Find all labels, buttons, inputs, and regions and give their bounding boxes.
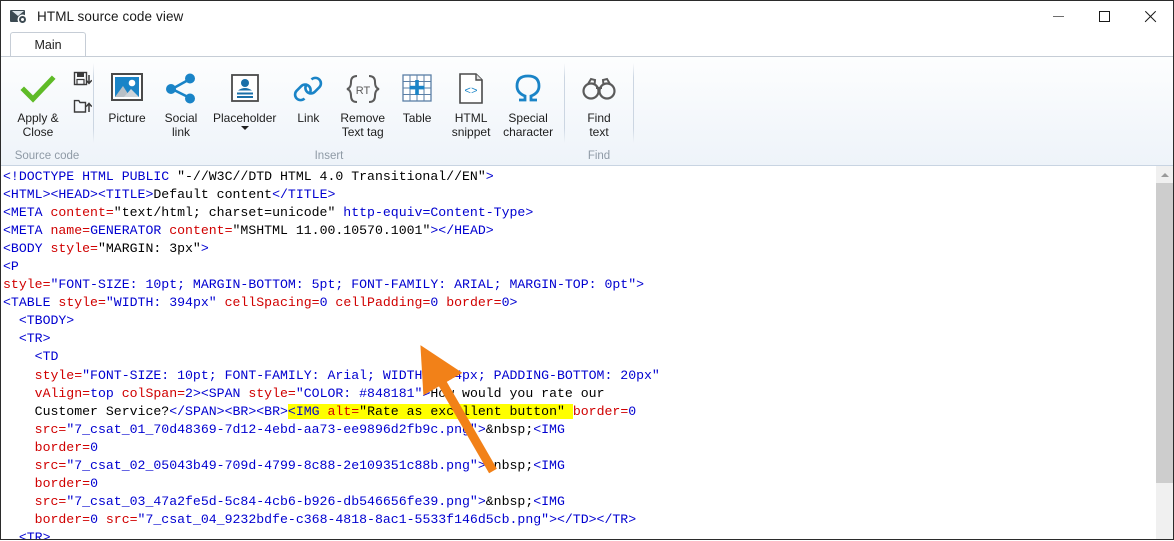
table-icon (400, 67, 434, 111)
code-line: src="7_csat_01_70d48369-7d12-4ebd-aa73-e… (3, 421, 565, 437)
placeholder-button[interactable]: Placeholder (208, 65, 281, 130)
tab-main-label: Main (34, 37, 62, 52)
code-line: Customer Service?</SPAN><BR><BR><IMG alt… (3, 403, 637, 419)
binoculars-icon (581, 67, 617, 111)
close-icon (1144, 10, 1157, 23)
svg-text:<>: <> (464, 86, 477, 98)
minimize-button[interactable] (1035, 1, 1081, 32)
social-link-label: Social link (164, 111, 198, 139)
placeholder-icon (228, 67, 262, 111)
code-line: <META name=GENERATOR content="MSHTML 11.… (3, 223, 494, 239)
code-line: <!DOCTYPE HTML PUBLIC "-//W3C//DTD HTML … (3, 169, 494, 184)
close-button[interactable] (1127, 1, 1173, 32)
code-line: src="7_csat_03_47a2fe5d-5c84-4cb6-b926-d… (3, 493, 565, 509)
code-line: <P (3, 259, 19, 275)
vertical-scrollbar[interactable] (1155, 166, 1173, 539)
link-icon (291, 67, 325, 111)
html-snippet-label: HTML snippet (451, 111, 491, 139)
code-line: style="FONT-SIZE: 10pt; FONT-FAMILY: Ari… (3, 367, 660, 383)
source-code-editor[interactable]: <!DOCTYPE HTML PUBLIC "-//W3C//DTD HTML … (1, 166, 1173, 539)
code-line: style="FONT-SIZE: 10pt; MARGIN-BOTTOM: 5… (3, 277, 645, 293)
code-line: <TD (3, 349, 59, 365)
picture-label: Picture (108, 111, 146, 125)
omega-icon (510, 67, 546, 111)
ribbon-body: Apply & Close Source code Picture Social… (1, 56, 1173, 165)
html-snippet-button[interactable]: <> HTML snippet (444, 65, 498, 139)
html-source-view-icon (10, 9, 28, 25)
code-line: <TR> (3, 331, 51, 347)
tab-main[interactable]: Main (10, 32, 86, 56)
remove-text-tag-label: Remove Text tag (340, 111, 386, 139)
ribbon-group-insert: Picture Social link Placeholder Link RT … (94, 57, 564, 165)
scroll-thumb[interactable] (1156, 183, 1173, 483)
minimize-icon (1052, 16, 1064, 17)
code-line: src="7_csat_02_05043b49-709d-4799-8c88-2… (3, 457, 565, 473)
html-snippet-icon: <> (455, 67, 487, 111)
find-text-button[interactable]: Find text (572, 65, 626, 139)
window-title: HTML source code view (37, 9, 184, 24)
ribbon-group-source-code: Apply & Close Source code (1, 57, 93, 165)
code-line: <BODY style="MARGIN: 3px"> (3, 241, 209, 257)
special-character-button[interactable]: Special character (498, 65, 558, 139)
check-icon (20, 67, 56, 111)
ribbon: Main Apply & Close Source code Picture S… (1, 32, 1173, 166)
window-controls (1035, 1, 1173, 32)
code-line: <TBODY> (3, 313, 75, 329)
picture-icon (109, 67, 145, 111)
table-button[interactable]: Table (390, 65, 444, 125)
table-label: Table (402, 111, 432, 125)
code-line: <HTML><HEAD><TITLE>Default content</TITL… (3, 187, 336, 203)
source-code-text[interactable]: <!DOCTYPE HTML PUBLIC "-//W3C//DTD HTML … (1, 166, 1155, 539)
code-line: border=0 (3, 475, 98, 491)
picture-button[interactable]: Picture (100, 65, 154, 125)
application-window: HTML source code view Main Apply & Close… (0, 0, 1174, 540)
ribbon-tabstrip: Main (1, 32, 1173, 56)
remove-text-tag-button[interactable]: RT Remove Text tag (335, 65, 390, 139)
save-to-icon[interactable] (73, 71, 93, 95)
ribbon-group-find-label: Find (587, 150, 611, 162)
ribbon-group-insert-label: Insert (314, 150, 344, 162)
ribbon-group-find: Find text Find (565, 57, 633, 165)
code-line: vAlign=top colSpan=2><SPAN style="COLOR:… (3, 385, 605, 401)
find-text-label: Find text (587, 111, 611, 139)
svg-text:RT: RT (355, 85, 370, 97)
ribbon-group-source-code-label: Source code (14, 150, 80, 162)
scroll-up-arrow[interactable] (1156, 166, 1173, 183)
code-line: border=0 (3, 439, 98, 455)
load-from-icon[interactable] (73, 98, 93, 122)
title-bar: HTML source code view (1, 1, 1173, 32)
code-line: border=0 src="7_csat_04_9232bdfe-c368-48… (3, 511, 637, 527)
code-line: <TR> (3, 529, 51, 539)
placeholder-label: Placeholder (213, 111, 277, 125)
link-button[interactable]: Link (281, 65, 335, 125)
maximize-button[interactable] (1081, 1, 1127, 32)
remove-text-tag-icon: RT (343, 67, 383, 111)
share-icon (163, 67, 199, 111)
chevron-down-icon[interactable] (240, 126, 249, 130)
apply-and-close-label: Apply & Close (17, 111, 59, 139)
ribbon-group-divider-3 (633, 63, 634, 143)
apply-and-close-button[interactable]: Apply & Close (7, 65, 72, 139)
code-line: <TABLE style="WIDTH: 394px" cellSpacing=… (3, 295, 518, 311)
special-character-label: Special character (503, 111, 554, 139)
social-link-button[interactable]: Social link (154, 65, 208, 139)
maximize-icon (1098, 11, 1110, 22)
link-label: Link (297, 111, 320, 125)
code-line: <META content="text/html; charset=unicod… (3, 205, 534, 221)
